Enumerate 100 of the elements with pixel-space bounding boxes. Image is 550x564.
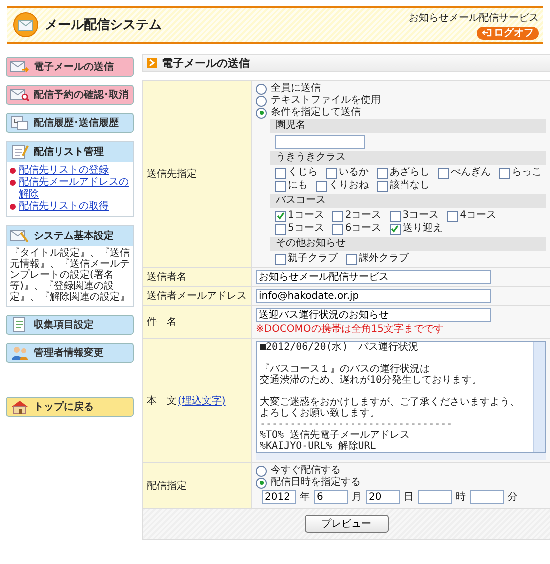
checkbox[interactable]	[499, 168, 510, 178]
row-label: 送信先指定	[143, 81, 251, 267]
checkbox[interactable]	[275, 210, 286, 222]
checkbox[interactable]	[275, 168, 286, 178]
checkbox-option[interactable]: いるか	[326, 167, 369, 179]
checkbox-option[interactable]: 4コース	[447, 210, 496, 222]
date-unit: 分	[508, 491, 518, 504]
date-unit: 月	[352, 491, 362, 504]
radio-button[interactable]	[256, 478, 267, 488]
nav-button[interactable]: 配信履歴･送信履歴	[6, 113, 134, 133]
row-label: 送信者名	[143, 268, 251, 286]
scrollbar[interactable]	[533, 342, 545, 452]
checkbox[interactable]	[326, 168, 337, 178]
envelope-arrow-icon	[10, 59, 30, 75]
checkbox[interactable]	[438, 168, 449, 178]
horizontal-scrollbar[interactable]	[256, 453, 546, 460]
clock-document-icon	[10, 115, 30, 131]
menu-link[interactable]: 配信先リストの登録	[19, 165, 109, 177]
checkbox[interactable]	[390, 224, 401, 234]
nav-button[interactable]: 電子メールの送信	[6, 57, 134, 77]
envelope-magnifier-icon	[10, 87, 30, 103]
nav-button[interactable]: トップに戻る	[6, 397, 134, 417]
date-unit: 日	[404, 491, 414, 504]
checkbox[interactable]	[377, 180, 388, 192]
checkbox[interactable]	[390, 210, 401, 222]
checkbox-option[interactable]: くりおね	[316, 180, 369, 192]
section-heading: 園児名	[270, 119, 546, 133]
checkbox-option[interactable]: にも	[275, 180, 308, 192]
message-textarea[interactable]: ■2012/06/20(水) バス運行状況 『バスコース１』のバスの運行状況は 交通渋滞のため、遅れが10分発生しております。 大変ご迷惑をおかけしますが、ご了承くださいますよう、 よろしくお願い致します。 -------------------------------- %TO% 送信先電子メールアドレス %KAIJYO-URL% 解除URL	[256, 341, 546, 453]
row-label: 送信者メールアドレス	[143, 287, 251, 305]
date-field[interactable]	[418, 490, 452, 504]
checkbox-option[interactable]: 1コース	[275, 210, 324, 222]
nav-button[interactable]: 管理者情報変更	[6, 343, 134, 363]
radio-option[interactable]: 条件を指定して送信	[256, 107, 361, 119]
checkbox-option[interactable]: 課外クラブ	[346, 253, 409, 265]
checkbox[interactable]	[332, 210, 344, 222]
checkbox[interactable]	[275, 224, 286, 234]
bullet-icon	[10, 168, 16, 174]
radio-option[interactable]: 全員に送信	[256, 83, 321, 95]
checkbox-option[interactable]: 2コース	[332, 210, 382, 222]
panel-title: システム基本設定	[34, 229, 114, 243]
checkbox[interactable]	[275, 180, 286, 192]
section-heading: うきうきクラス	[270, 151, 546, 165]
checkbox[interactable]	[346, 254, 357, 264]
sender-name-field[interactable]: お知らせメール配信サービス	[256, 270, 491, 284]
checkbox-option[interactable]: 5コース	[275, 223, 324, 235]
menu-link[interactable]: 配信先リストの取得	[19, 201, 109, 213]
radio-button[interactable]	[256, 96, 267, 106]
text-line: --------------------------------	[260, 419, 454, 430]
checkbox[interactable]	[332, 224, 344, 234]
radio-button[interactable]	[256, 84, 267, 94]
section-heading: バスコース	[270, 194, 546, 208]
subject-field[interactable]: 送迎バス運行状況のお知らせ	[256, 308, 491, 322]
radio-button[interactable]	[256, 108, 267, 118]
checkbox-option[interactable]: ぺんぎん	[438, 167, 491, 179]
nav-button[interactable]: 収集項目設定	[6, 315, 134, 335]
checkbox[interactable]	[275, 254, 286, 264]
text-line: 『バスコース１』のバスの運行状況は	[260, 364, 431, 375]
envelope-wrench-icon	[10, 228, 30, 244]
page-title: 電子メールの送信	[162, 56, 250, 70]
checkbox[interactable]	[377, 168, 388, 178]
checkbox-option[interactable]: 親子クラブ	[275, 253, 338, 265]
embed-text-link[interactable]: (埋込文字)	[178, 394, 226, 408]
panel-header[interactable]: 配信リスト管理	[7, 142, 133, 162]
checkbox[interactable]	[447, 210, 458, 222]
app-title: メール配信システム	[45, 17, 162, 34]
checkbox-option[interactable]: あざらし	[377, 167, 430, 179]
checkbox[interactable]	[316, 180, 327, 192]
text-line: 大変ご迷惑をおかけしますが、ご了承くださいますよう、	[260, 397, 521, 408]
service-name: お知らせメール配信サービス	[409, 12, 539, 24]
radio-option[interactable]: 配信日時を指定する	[256, 477, 361, 489]
checkbox-option[interactable]: 3コース	[390, 210, 440, 222]
people-icon	[10, 345, 30, 361]
date-unit: 時	[456, 490, 466, 504]
checkbox-option[interactable]: らっこ	[499, 167, 542, 179]
checkbox-option[interactable]: 該当なし	[377, 180, 430, 192]
sender-email-field[interactable]: info@hakodate.or.jp	[256, 289, 491, 303]
radio-option[interactable]: 今すぐ配信する	[256, 465, 341, 477]
row-label: 本 文	[147, 394, 177, 408]
name-input-field[interactable]	[275, 135, 365, 149]
radio-button[interactable]	[256, 466, 267, 476]
house-icon	[10, 399, 30, 415]
radio-option[interactable]: テキストファイルを使用	[256, 95, 381, 107]
text-line: よろしくお願い致します。	[260, 408, 381, 419]
text-line: %TO% 送信先電子メールアドレス	[260, 430, 412, 441]
panel-header[interactable]: システム基本設定	[7, 226, 133, 246]
checkbox-option[interactable]: 6コース	[332, 223, 382, 235]
row-label: 件 名	[143, 306, 251, 338]
date-field[interactable]: 6	[314, 490, 348, 504]
menu-link[interactable]: 配信先メールアドレスの解除	[19, 177, 130, 201]
envelope-logo-icon	[13, 12, 39, 38]
date-field[interactable]	[470, 490, 504, 504]
arrow-icon	[147, 58, 157, 68]
date-field[interactable]: 20	[366, 490, 400, 504]
preview-button[interactable]: プレビュー	[304, 515, 388, 533]
date-field[interactable]: 2012	[262, 490, 296, 504]
checkbox-option[interactable]: 送り迎え	[390, 223, 443, 235]
section-heading: その他お知らせ	[270, 237, 546, 251]
checkbox-option[interactable]: くじら	[275, 167, 318, 179]
nav-button[interactable]: 配信予約の確認･取消	[6, 85, 134, 105]
